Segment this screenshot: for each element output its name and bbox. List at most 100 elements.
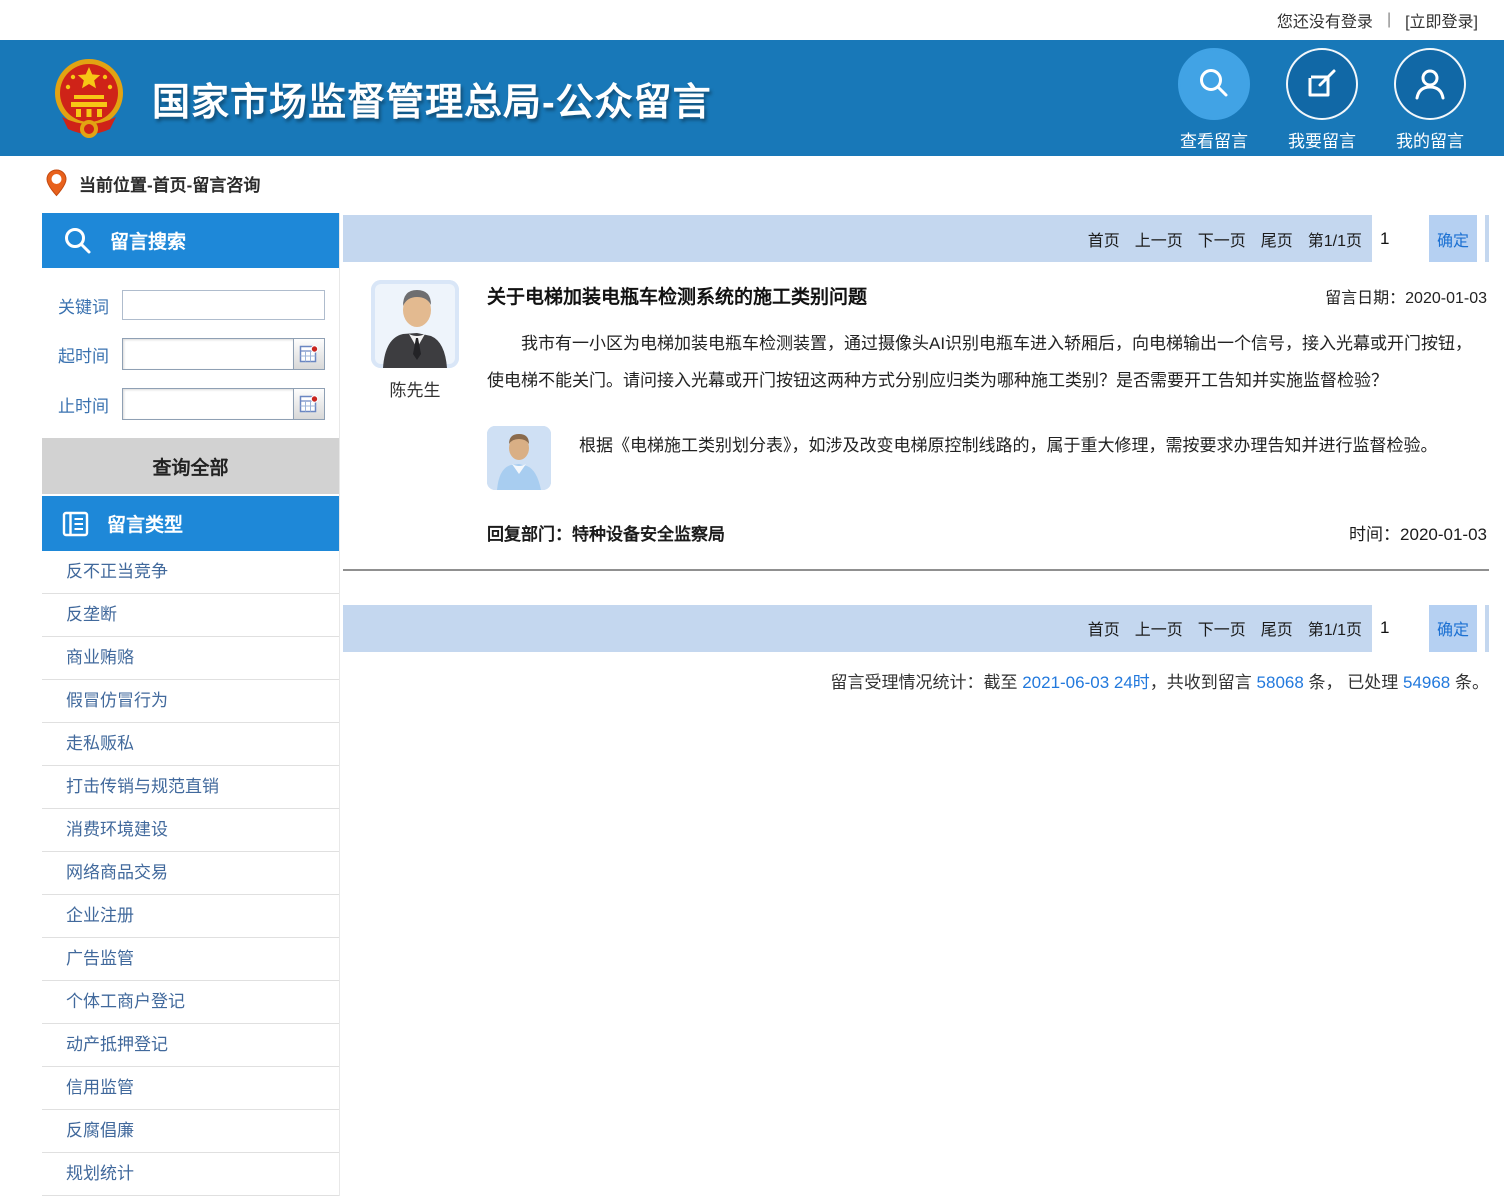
start-time-row: 起时间 <box>58 338 325 370</box>
type-item-counterfeiting[interactable]: 假冒仿冒行为 <box>42 680 339 723</box>
types-panel-title: 留言类型 <box>107 510 183 537</box>
pagination-tail <box>1485 605 1489 652</box>
breadcrumb: 当前位置-首页-留言咨询 <box>0 156 1504 210</box>
reply-row: 根据《电梯施工类别划分表》，如涉及改变电梯原控制线路的，属于重大修理，需按要求办… <box>487 426 1487 490</box>
nav-label[interactable]: 查看留言 <box>1174 127 1254 152</box>
search-panel-header: 留言搜索 <box>42 213 339 268</box>
page-info: 第1/1页 <box>1308 616 1362 640</box>
prev-page-link[interactable]: 上一页 <box>1135 616 1183 640</box>
page-info: 第1/1页 <box>1308 227 1362 251</box>
nav-post-message[interactable]: 我要留言 <box>1282 48 1362 152</box>
end-time-calendar-button[interactable] <box>293 388 325 420</box>
message-type-list: 反不正当竞争 反垄断 商业贿赂 假冒仿冒行为 走私贩私 打击传销与规范直销 消费… <box>42 551 339 1196</box>
search-panel-title: 留言搜索 <box>110 227 186 254</box>
list-icon <box>62 511 89 537</box>
view-messages-circle[interactable] <box>1178 48 1250 120</box>
type-item-consumer-environment[interactable]: 消费环境建设 <box>42 809 339 852</box>
statistics-line: 留言受理情况统计：截至 2021-06-03 24时，共收到留言 58068 条… <box>343 668 1489 693</box>
message-title-row: 关于电梯加装电瓶车检测系统的施工类别问题 留言日期：2020-01-03 <box>487 282 1487 309</box>
query-all-button[interactable]: 查询全部 <box>42 438 339 494</box>
message-content: 我市有一小区为电梯加装电瓶车检测装置，通过摄像头AI识别电瓶车进入轿厢后，向电梯… <box>487 325 1487 400</box>
pagination-strip: 首页 上一页 下一页 尾页 第1/1页 <box>343 215 1372 262</box>
login-now-link[interactable]: [立即登录] <box>1405 8 1478 32</box>
next-page-link[interactable]: 下一页 <box>1198 227 1246 251</box>
stats-mid2: 条， 已处理 <box>1304 673 1403 692</box>
confirm-button[interactable]: 确定 <box>1429 215 1477 262</box>
type-item-commercial-bribery[interactable]: 商业贿赂 <box>42 637 339 680</box>
stats-prefix: 留言受理情况统计：截至 <box>830 673 1022 692</box>
my-messages-circle[interactable] <box>1394 48 1466 120</box>
author-name: 陈先生 <box>343 376 487 401</box>
login-status-text: 您还没有登录 <box>1277 8 1373 32</box>
types-panel-header: 留言类型 <box>42 496 339 551</box>
start-time-calendar-button[interactable] <box>293 338 325 370</box>
header-nav: 查看留言 我要留言 我的留言 <box>1174 48 1470 152</box>
last-page-link[interactable]: 尾页 <box>1261 616 1293 640</box>
type-item-credit-supervision[interactable]: 信用监管 <box>42 1067 339 1110</box>
next-page-link[interactable]: 下一页 <box>1198 616 1246 640</box>
end-time-row: 止时间 <box>58 388 325 420</box>
end-time-label: 止时间 <box>58 392 122 417</box>
layout: 留言搜索 关键词 起时间 <box>0 210 1504 1196</box>
reply-department-value: 特种设备安全监察局 <box>572 525 725 544</box>
type-item-planning-statistics[interactable]: 规划统计 <box>42 1153 339 1196</box>
message-item: 陈先生 关于电梯加装电瓶车检测系统的施工类别问题 留言日期：2020-01-03… <box>343 276 1489 571</box>
reply-text: 根据《电梯施工类别划分表》，如涉及改变电梯原控制线路的，属于重大修理，需按要求办… <box>579 426 1438 490</box>
type-item-enterprise-registration[interactable]: 企业注册 <box>42 895 339 938</box>
last-page-link[interactable]: 尾页 <box>1261 227 1293 251</box>
stats-suffix: 条。 <box>1450 673 1489 692</box>
author-column: 陈先生 <box>343 276 487 545</box>
page-number-input[interactable] <box>1372 215 1416 262</box>
type-item-smuggling[interactable]: 走私贩私 <box>42 723 339 766</box>
type-item-pyramid-schemes[interactable]: 打击传销与规范直销 <box>42 766 339 809</box>
reply-time-label: 时间： <box>1349 525 1400 544</box>
businessman-avatar-icon <box>371 280 459 368</box>
location-pin-icon <box>46 169 67 197</box>
type-item-chattel-mortgage[interactable]: 动产抵押登记 <box>42 1024 339 1067</box>
national-emblem <box>52 55 126 141</box>
post-message-circle[interactable] <box>1286 48 1358 120</box>
reply-meta-row: 回复部门：特种设备安全监察局 时间：2020-01-03 <box>487 520 1487 545</box>
first-page-link[interactable]: 首页 <box>1088 616 1120 640</box>
type-item-individual-business[interactable]: 个体工商户登记 <box>42 981 339 1024</box>
nav-label[interactable]: 我要留言 <box>1282 127 1362 152</box>
message-date: 留言日期：2020-01-03 <box>1325 284 1487 308</box>
reply-time-value: 2020-01-03 <box>1400 525 1487 544</box>
type-item-anti-corruption[interactable]: 反腐倡廉 <box>42 1110 339 1153</box>
type-item-online-commerce[interactable]: 网络商品交易 <box>42 852 339 895</box>
end-time-input[interactable] <box>122 388 293 420</box>
reply-time: 时间：2020-01-03 <box>1349 520 1487 545</box>
confirm-button[interactable]: 确定 <box>1429 605 1477 652</box>
reply-department: 回复部门：特种设备安全监察局 <box>487 520 725 545</box>
breadcrumb-text: 当前位置-首页-留言咨询 <box>79 171 260 196</box>
sidebar: 留言搜索 关键词 起时间 <box>42 213 340 1196</box>
pagination-gap <box>1477 605 1485 652</box>
type-item-advertising[interactable]: 广告监管 <box>42 938 339 981</box>
site-header: 国家市场监督管理总局-公众留言 查看留言 我要留言 <box>0 40 1504 156</box>
site-title: 国家市场监督管理总局-公众留言 <box>152 71 712 126</box>
stats-processed-count: 54968 <box>1403 673 1450 692</box>
reply-department-label: 回复部门： <box>487 525 572 544</box>
message-body: 关于电梯加装电瓶车检测系统的施工类别问题 留言日期：2020-01-03 我市有… <box>487 276 1489 545</box>
pagination-gap <box>1477 215 1485 262</box>
type-item-anti-unfair-competition[interactable]: 反不正当竞争 <box>42 551 339 594</box>
nav-label[interactable]: 我的留言 <box>1390 127 1470 152</box>
message-date-label: 留言日期： <box>1325 290 1405 307</box>
search-form: 关键词 起时间 <box>42 268 339 436</box>
keyword-row: 关键词 <box>58 290 325 320</box>
keyword-label: 关键词 <box>58 293 122 318</box>
nav-my-messages[interactable]: 我的留言 <box>1390 48 1470 152</box>
message-title: 关于电梯加装电瓶车检测系统的施工类别问题 <box>487 282 867 309</box>
author-avatar <box>371 280 459 368</box>
page-number-input[interactable] <box>1372 605 1416 652</box>
start-time-input[interactable] <box>122 338 293 370</box>
type-item-antitrust[interactable]: 反垄断 <box>42 594 339 637</box>
nav-view-messages[interactable]: 查看留言 <box>1174 48 1254 152</box>
message-date-value: 2020-01-03 <box>1405 290 1487 307</box>
prev-page-link[interactable]: 上一页 <box>1135 227 1183 251</box>
search-icon <box>1195 65 1233 103</box>
reply-avatar <box>487 426 551 490</box>
first-page-link[interactable]: 首页 <box>1088 227 1120 251</box>
topbar-divider: | <box>1387 11 1391 29</box>
keyword-input[interactable] <box>122 290 325 320</box>
